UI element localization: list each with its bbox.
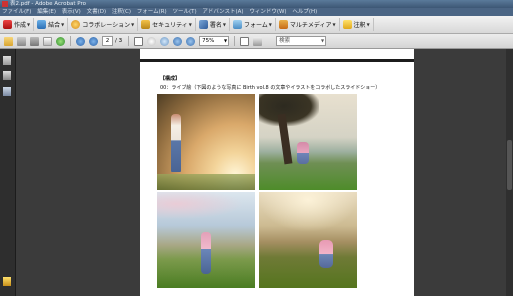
photo-figure [171, 114, 181, 172]
collaboration-icon [71, 20, 81, 29]
chevron-down-icon: ▼ [332, 22, 336, 27]
menu-advanced[interactable]: アドバンスト(A) [200, 9, 245, 15]
pdf-page: 【構成】 00：ライブ絵（下図のような写真に Birth vol.8 の文章やイ… [140, 49, 414, 296]
menu-edit[interactable]: 編集(E) [35, 9, 58, 15]
photo-figure [297, 142, 309, 164]
chevron-down-icon: ▼ [61, 22, 65, 27]
sign-button[interactable]: 署名 ▼ [196, 18, 230, 31]
page-header-rule [140, 59, 414, 62]
email-icon[interactable] [43, 36, 52, 46]
forms-button[interactable]: フォーム ▼ [230, 18, 276, 31]
multimedia-button[interactable]: マルチメディア ▼ [276, 18, 340, 31]
select-text-icon[interactable] [134, 36, 144, 46]
acrobat-app-icon [2, 1, 8, 7]
toolbar-divider [128, 36, 130, 46]
zoom-tool-icon[interactable] [160, 36, 170, 46]
pages-panel-icon[interactable] [3, 56, 11, 65]
page-total-label: / 3 [115, 38, 123, 44]
combine-icon [37, 20, 47, 29]
globe-icon[interactable] [56, 36, 65, 46]
menu-document[interactable]: 文書(D) [85, 9, 109, 15]
photo-girl-sitting [259, 192, 357, 288]
toolbar-divider [70, 36, 71, 46]
chevron-down-icon: ▼ [27, 22, 31, 27]
photo-girl-tree [259, 94, 357, 190]
toolbar-divider [234, 36, 236, 46]
photo-figure [319, 240, 333, 268]
page-caption: 00：ライブ絵（下図のような写真に Birth vol.8 の文章やイラストをコ… [160, 85, 381, 91]
film-icon [278, 20, 288, 29]
menu-view[interactable]: 表示(V) [60, 9, 83, 15]
next-page-icon[interactable] [89, 36, 98, 46]
security-button[interactable]: セキュリティ ▼ [138, 18, 196, 31]
open-folder-icon[interactable] [4, 36, 13, 46]
page-heading: 【構成】 [160, 76, 181, 82]
navigation-toolbar: 2 / 3 75% ▼ 検索 ▼ [0, 34, 513, 49]
menu-tools[interactable]: ツール(T) [170, 9, 198, 15]
photo-grass [157, 174, 255, 190]
menu-forms[interactable]: フォーム(R) [135, 9, 169, 15]
chevron-down-icon: ▼ [321, 38, 325, 43]
print-icon[interactable] [17, 36, 26, 46]
chevron-down-icon: ▼ [131, 22, 135, 27]
attachments-panel-icon[interactable] [3, 87, 11, 96]
save-icon[interactable] [30, 36, 39, 46]
photo-sky-glow [259, 192, 357, 232]
combine-button[interactable]: 結合 ▼ [34, 18, 69, 31]
zoom-out-icon[interactable] [173, 36, 183, 46]
zoom-select[interactable]: 75% ▼ [199, 36, 230, 46]
photo-figure [201, 232, 211, 274]
photo-girl-sunlight [157, 94, 255, 190]
comments-panel-icon[interactable] [3, 277, 11, 286]
title-bar: 表2.pdf - Adobe Acrobat Pro [0, 0, 513, 8]
zoom-in-icon[interactable] [186, 36, 196, 46]
create-button[interactable]: 作成 ▼ [0, 18, 35, 31]
fit-width-icon[interactable] [253, 36, 263, 46]
photo-tree-canopy [259, 94, 319, 126]
menu-help[interactable]: ヘルプ(H) [290, 9, 319, 15]
fit-page-icon[interactable] [240, 36, 250, 46]
menu-bar: ファイル(F) 編集(E) 表示(V) 文書(D) 注釈(C) フォーム(R) … [0, 8, 513, 16]
hand-tool-icon[interactable] [147, 36, 157, 46]
chevron-down-icon: ▼ [224, 38, 228, 43]
chevron-down-icon: ▼ [366, 22, 370, 27]
window-title: 表2.pdf - Adobe Acrobat Pro [10, 1, 86, 7]
comment-button[interactable]: 注釈 ▼ [340, 18, 374, 31]
lock-icon [141, 20, 151, 29]
create-pdf-icon [3, 20, 12, 29]
previous-page-icon[interactable] [76, 36, 85, 46]
document-viewport[interactable]: 【構成】 00：ライブ絵（下図のような写真に Birth vol.8 の文章やイ… [16, 49, 513, 296]
chevron-down-icon: ▼ [188, 22, 192, 27]
tasks-toolbar: 作成 ▼ 結合 ▼ コラボレーション ▼ セキュリティ ▼ 署名 ▼ フォーム ▼ マルチメ… [0, 16, 513, 34]
pen-icon [198, 20, 208, 29]
menu-comments[interactable]: 注釈(C) [110, 9, 133, 15]
search-input[interactable]: 検索 ▼ [276, 36, 327, 46]
photo-cloud-pink [157, 192, 255, 222]
bookmarks-panel-icon[interactable] [3, 71, 11, 80]
vertical-scrollbar[interactable] [506, 49, 513, 296]
photo-girl-field [157, 192, 255, 288]
menu-window[interactable]: ウィンドウ(W) [247, 9, 288, 15]
form-icon [232, 20, 242, 29]
navigation-pane [0, 49, 16, 296]
comment-icon [342, 20, 352, 29]
collaboration-button[interactable]: コラボレーション ▼ [68, 18, 139, 31]
chevron-down-icon: ▼ [222, 22, 226, 27]
menu-file[interactable]: ファイル(F) [0, 9, 33, 15]
page-number-input[interactable]: 2 [102, 36, 113, 46]
scrollbar-thumb[interactable] [507, 140, 512, 190]
chevron-down-icon: ▼ [268, 22, 272, 27]
